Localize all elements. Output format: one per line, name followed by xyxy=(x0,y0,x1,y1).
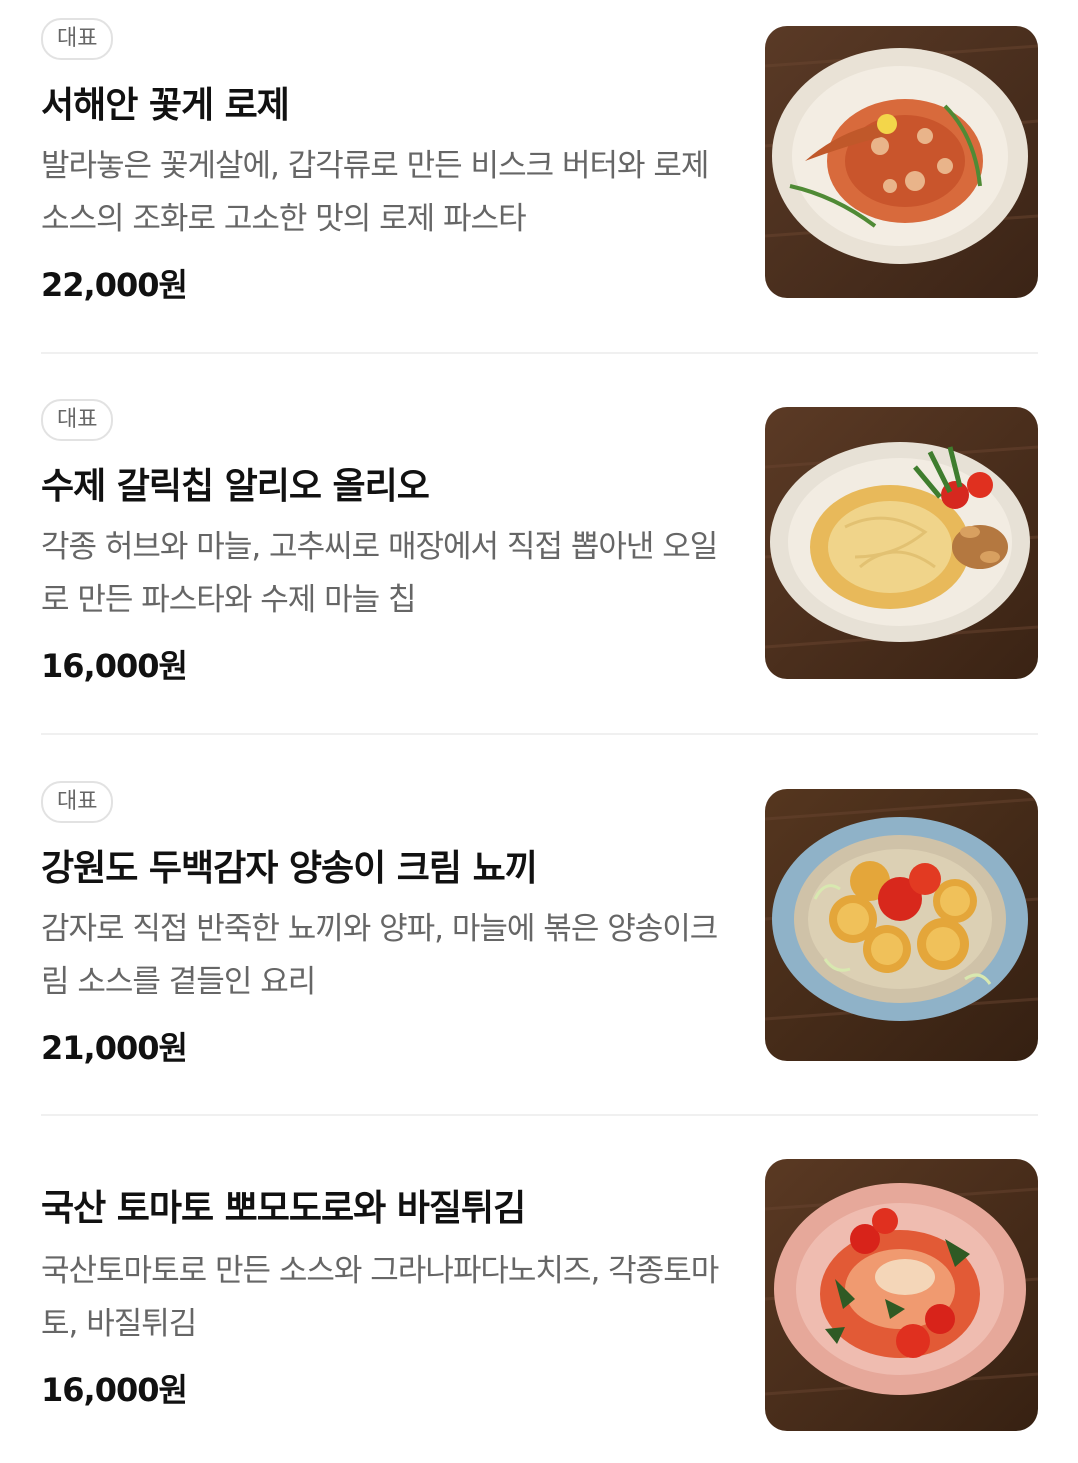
gnocchi-photo-icon xyxy=(765,789,1038,1061)
menu-item-description: 국산토마토로 만든 소스와 그라나파다노치즈, 각종토마토, 바질튀김 xyxy=(41,1253,719,1342)
menu-item-name: 국산 토마토 뽀모도로와 바질튀김 xyxy=(41,1188,526,1229)
menu-item[interactable]: 대표 수제 갈릭칩 알리오 올리오 각종 허브와 마늘, 고추씨로 매장에서 직… xyxy=(41,381,1038,711)
signature-badge: 대표 xyxy=(41,781,114,823)
menu-item-photo[interactable] xyxy=(765,407,1038,679)
signature-badge: 대표 xyxy=(41,399,114,441)
aglio-olio-photo-icon xyxy=(765,407,1038,679)
menu-item-price: 16,000원 xyxy=(41,1371,188,1409)
menu-item-price: 22,000원 xyxy=(41,266,188,304)
menu-item-name: 강원도 두백감자 양송이 크림 뇨끼 xyxy=(41,848,538,889)
rose-pasta-photo-icon xyxy=(765,26,1038,298)
menu-item-name: 서해안 꽃게 로제 xyxy=(41,85,290,126)
menu-list: 대표 서해안 꽃게 로제 발라놓은 꽃게살에, 갑각류로 만든 비스크 버터와 … xyxy=(0,0,1078,1456)
menu-item-description: 발라놓은 꽃게살에, 갑각류로 만든 비스크 버터와 로제소스의 조화로 고소한… xyxy=(41,148,709,237)
menu-item[interactable]: 대표 강원도 두백감자 양송이 크림 뇨끼 감자로 직접 반죽한 뇨끼와 양파,… xyxy=(41,763,1038,1093)
menu-item-price: 21,000원 xyxy=(41,1029,188,1067)
menu-item[interactable]: 대표 서해안 꽃게 로제 발라놓은 꽃게살에, 갑각류로 만든 비스크 버터와 … xyxy=(41,0,1038,330)
menu-item-photo[interactable] xyxy=(765,26,1038,298)
divider xyxy=(41,1114,1038,1116)
divider xyxy=(41,352,1038,354)
pomodoro-photo-icon xyxy=(765,1159,1038,1431)
menu-item-description: 각종 허브와 마늘, 고추씨로 매장에서 직접 뽑아낸 오일로 만든 파스타와 … xyxy=(41,529,718,618)
divider xyxy=(41,733,1038,735)
menu-item-name: 수제 갈릭칩 알리오 올리오 xyxy=(41,466,430,507)
menu-item-price: 16,000원 xyxy=(41,647,188,685)
menu-item-description: 감자로 직접 반죽한 뇨끼와 양파, 마늘에 볶은 양송이크림 소스를 곁들인 … xyxy=(41,911,718,1000)
signature-badge: 대표 xyxy=(41,18,114,60)
menu-item[interactable]: 국산 토마토 뽀모도로와 바질튀김 국산토마토로 만든 소스와 그라나파다노치즈… xyxy=(41,1133,1038,1463)
menu-item-photo[interactable] xyxy=(765,1159,1038,1431)
menu-item-photo[interactable] xyxy=(765,789,1038,1061)
